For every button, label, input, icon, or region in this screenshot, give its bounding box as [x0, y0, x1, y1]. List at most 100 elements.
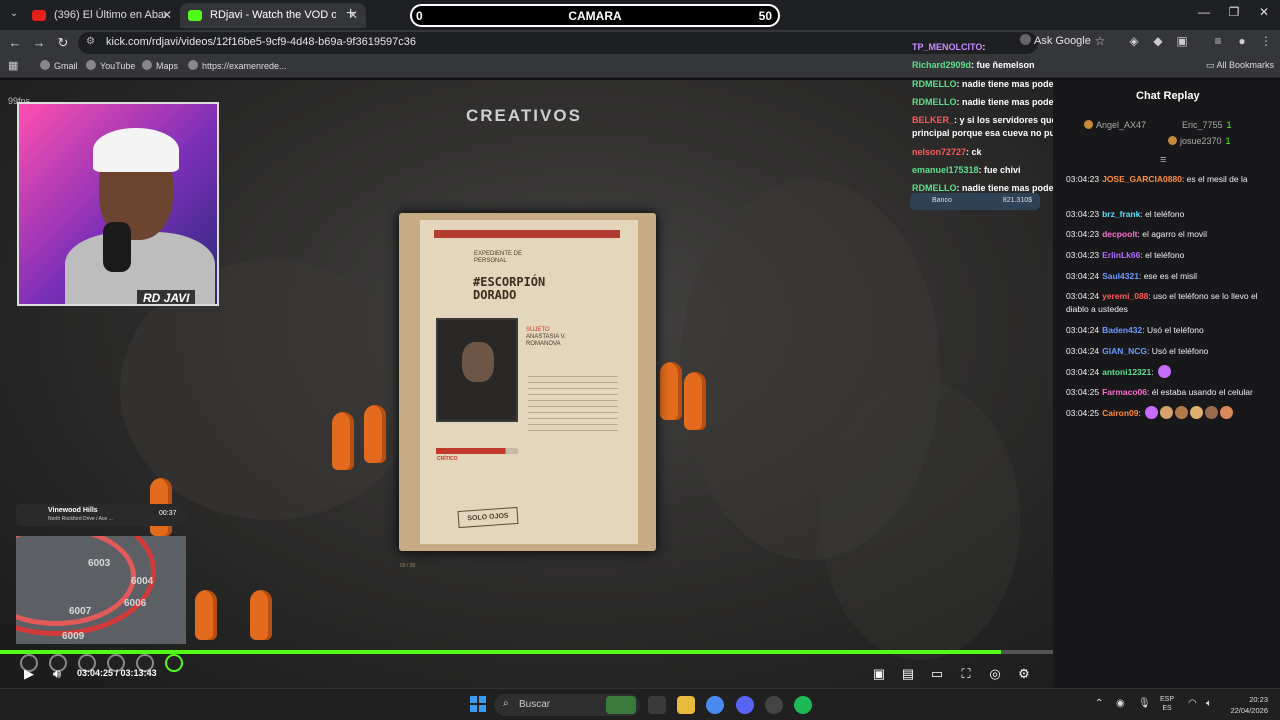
- chat-username[interactable]: Cairon09: [1102, 408, 1138, 418]
- video-progress-bar[interactable]: [0, 650, 1053, 654]
- chat-username[interactable]: Saul4321: [1102, 271, 1139, 281]
- miniplayer-icon[interactable]: ▣: [870, 666, 888, 682]
- oxygen-tank: [250, 590, 272, 640]
- dossier-title-2: DORADO: [473, 288, 517, 302]
- chat-timestamp: 03:04:23: [1066, 174, 1100, 184]
- theater-icon[interactable]: ▭: [928, 666, 946, 682]
- filter-icon[interactable]: ≡: [1160, 154, 1166, 166]
- chat-panel: [1053, 80, 1280, 688]
- supporter[interactable]: josue2370 1: [1168, 136, 1231, 146]
- site-info-icon[interactable]: ⚙: [86, 36, 95, 47]
- chat-username[interactable]: yeremi_088: [1102, 291, 1148, 301]
- clock-date: 22/04/2026: [1230, 706, 1268, 715]
- bookmark-maps[interactable]: Maps: [142, 60, 178, 71]
- gmail-icon: [40, 60, 50, 70]
- reload-icon[interactable]: ↻: [54, 34, 72, 52]
- oxygen-tank: [332, 412, 354, 470]
- play-icon[interactable]: ▶: [20, 666, 38, 682]
- new-tab-button[interactable]: +: [346, 5, 355, 23]
- widget-icon[interactable]: [606, 696, 636, 714]
- overlay-chat-user: nelson72727: [912, 147, 967, 157]
- extension-icon[interactable]: ◈: [1126, 34, 1142, 48]
- supporter-name: Angel_AX47: [1096, 120, 1147, 130]
- chat-username[interactable]: ErlinLk66: [1102, 250, 1140, 260]
- dossier-subject: SUJETO ANASTASIA V. ROMANOVA: [526, 327, 566, 348]
- supporter[interactable]: Angel_AX47: [1084, 120, 1146, 130]
- tab-youtube[interactable]: (396) El Último en Abandonar l... ✕: [24, 3, 180, 28]
- maximize-button[interactable]: ❐: [1224, 5, 1244, 19]
- chat-username[interactable]: JOSE_GARCIA0880: [1102, 174, 1182, 184]
- chat-username[interactable]: Baden432: [1102, 325, 1142, 335]
- chat-emote-icon: [1174, 406, 1188, 419]
- tray-app-icon[interactable]: ◉: [1116, 698, 1125, 709]
- tray-expand-icon[interactable]: ⌃: [1095, 698, 1103, 709]
- chrome-icon[interactable]: [706, 696, 724, 714]
- close-icon[interactable]: ✕: [162, 3, 172, 28]
- tab-youtube-label: (396) El Último en Abandonar l...: [54, 9, 166, 21]
- speed-icon[interactable]: ◎: [986, 666, 1004, 682]
- bookmark-examen[interactable]: https://examenrede...: [188, 60, 287, 71]
- windows-start-icon[interactable]: [470, 696, 486, 712]
- puzzle-icon[interactable]: ▣: [1174, 34, 1190, 48]
- chat-timestamp: 03:04:23: [1066, 209, 1100, 219]
- camara-title: CAMARA: [568, 9, 622, 23]
- tab-search-icon[interactable]: ⌄: [6, 5, 22, 23]
- clip-icon[interactable]: ▤: [899, 666, 917, 682]
- clock[interactable]: 20:23 22/04/2026: [1226, 694, 1268, 716]
- ask-google-button[interactable]: Ask Google: [1020, 34, 1091, 47]
- settings-icon[interactable]: ⚙: [1015, 666, 1033, 682]
- menu-icon[interactable]: ⋮: [1258, 34, 1274, 48]
- player-controls: ▶ 🔊︎ 03:04:25 / 03:13:43 ▣ ▤ ▭ ⛶ ◎ ⚙: [0, 660, 1053, 688]
- volume-icon[interactable]: 🔊︎: [48, 666, 66, 682]
- wifi-icon[interactable]: ◠: [1188, 698, 1197, 709]
- forward-icon[interactable]: →: [30, 34, 48, 52]
- media-icon[interactable]: ≡: [1210, 34, 1226, 48]
- chat-username[interactable]: GIAN_NCG: [1102, 346, 1147, 356]
- minimize-button[interactable]: —: [1194, 5, 1214, 19]
- cave-rock: [820, 380, 1020, 660]
- all-bookmarks[interactable]: ▭ All Bookmarks: [1206, 60, 1274, 71]
- spotify-icon[interactable]: [794, 696, 812, 714]
- tab-kick-label: RDjavi - Watch the VOD on Kick: [210, 9, 336, 21]
- duration: 03:13:43: [120, 668, 157, 678]
- avatar-icon[interactable]: ●: [1234, 34, 1250, 48]
- bookmark-youtube[interactable]: YouTube: [86, 60, 135, 71]
- youtube-icon: [32, 10, 46, 21]
- obs-icon[interactable]: [765, 696, 783, 714]
- chat-username[interactable]: brz_frank: [1102, 209, 1140, 219]
- tab-kick[interactable]: RDjavi - Watch the VOD on Kick ✕: [180, 3, 366, 28]
- chat-timestamp: 03:04:23: [1066, 229, 1100, 239]
- chat-emote-icon: [1189, 406, 1203, 419]
- chat-username[interactable]: decpoolt: [1102, 229, 1137, 239]
- dossier-subject-name-1: ANASTASIA V.: [526, 334, 566, 340]
- chat-text: : Usó el teléfono: [1142, 325, 1204, 335]
- chat-timestamp: 03:04:24: [1066, 346, 1100, 356]
- folder-icon: ▭: [1206, 60, 1217, 70]
- back-icon[interactable]: ←: [6, 34, 24, 52]
- oxygen-tank: [684, 372, 706, 430]
- chat-username[interactable]: antoni12321: [1102, 367, 1151, 377]
- close-window-button[interactable]: ✕: [1254, 5, 1274, 19]
- address-bar[interactable]: ⚙ kick.com/rdjavi/videos/12f16be5-9cf9-4…: [78, 32, 1038, 54]
- apps-icon[interactable]: ▦: [8, 59, 18, 72]
- shield-icon[interactable]: ◆: [1150, 34, 1166, 48]
- discord-icon[interactable]: [736, 696, 754, 714]
- location-time: 00:37: [159, 510, 177, 517]
- task-view-icon[interactable]: [648, 696, 666, 714]
- globe-icon: [142, 60, 152, 70]
- microphone-icon[interactable]: 🎙︎: [1138, 698, 1151, 709]
- language-indicator[interactable]: ESP ES: [1160, 695, 1174, 713]
- dossier-title: #ESCORPIÓN DORADO: [473, 276, 545, 302]
- fullscreen-icon[interactable]: ⛶: [957, 666, 975, 682]
- star-icon[interactable]: ☆: [1092, 34, 1108, 48]
- supporter[interactable]: Eric_7755 1: [1182, 120, 1232, 130]
- kick-icon: [188, 10, 202, 21]
- supporter-count: 1: [1226, 120, 1232, 130]
- chat-text: :: [1138, 408, 1141, 418]
- chat-message: 03:04:24 Saul4321: ese es el misil: [1066, 270, 1272, 283]
- chat-username[interactable]: Farmaco06: [1102, 387, 1147, 397]
- file-explorer-icon[interactable]: [677, 696, 695, 714]
- video-progress-fill: [0, 650, 1002, 654]
- volume-tray-icon[interactable]: 🔈︎: [1206, 698, 1212, 709]
- bookmark-gmail[interactable]: Gmail: [40, 60, 78, 71]
